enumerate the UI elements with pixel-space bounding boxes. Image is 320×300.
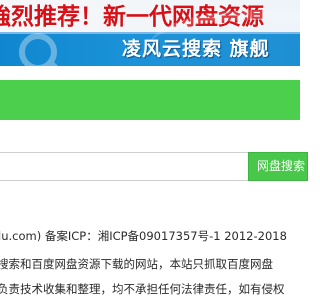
search-button[interactable]: 网盘搜索 [248, 152, 308, 181]
banner-brand: 凌风云搜索 旗舰 [122, 38, 270, 60]
nav-bar [0, 80, 300, 120]
footer-description-line: 搜索和百度网盘资源下载的网站，本站只抓取百度网盘 [0, 257, 273, 271]
header-banner: 強烈推荐！新一代网盘资源 凌风云搜索 旗舰 [0, 0, 300, 66]
footer-disclaimer-line: 负责技术收集和整理，均不承担任何法律责任，如有侵权 [0, 282, 285, 296]
footer-icp-line: lu.com) 备案ICP：湘ICP备09017357号-1 2012-2018 [0, 229, 287, 243]
search-input[interactable] [0, 152, 248, 181]
search-icon [19, 33, 59, 66]
